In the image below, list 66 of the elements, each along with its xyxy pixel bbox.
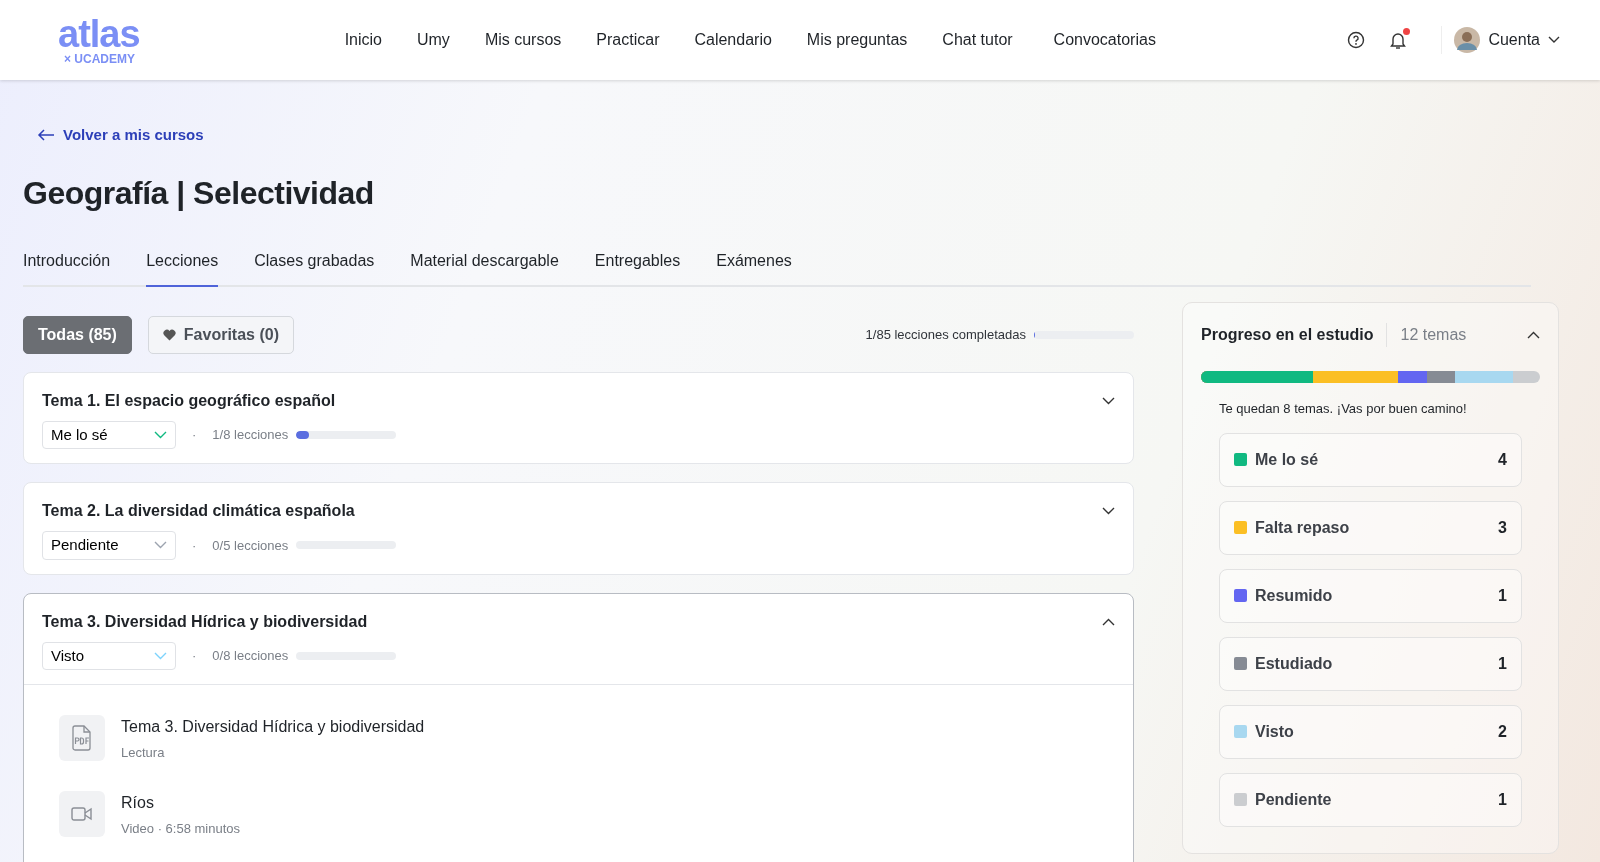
status-count: 1 — [1498, 789, 1507, 810]
lesson-item[interactable]: Ríos Video · 6:58 minutos — [59, 790, 1098, 839]
notification-bell-icon[interactable] — [1389, 30, 1408, 50]
back-link[interactable]: Volver a mis cursos — [37, 124, 204, 147]
video-camera-icon — [71, 805, 93, 822]
tab[interactable]: Clases grabadas — [254, 248, 375, 287]
topic-title: Tema 3. Diversidad Hídrica y biodiversidad — [42, 611, 368, 632]
collapse-icon[interactable] — [1527, 331, 1540, 339]
heart-icon — [162, 328, 176, 341]
pdf-file-icon — [71, 725, 93, 752]
filter-button[interactable]: Todas (85) — [23, 315, 132, 354]
nav-link[interactable]: Convocatorias — [1053, 28, 1156, 52]
separator-dot: · — [192, 647, 197, 666]
status-count: 4 — [1498, 449, 1507, 470]
tab[interactable]: Lecciones — [146, 248, 219, 287]
nav-link[interactable]: Calendario — [694, 28, 772, 52]
lesson-meta: Lectura — [121, 744, 166, 763]
lesson-title: Tema 3. Diversidad Hídrica y biodiversidad — [121, 717, 425, 738]
tab[interactable]: Entregables — [594, 248, 681, 287]
lesson-meta: Video · 6:58 minutos — [121, 819, 240, 838]
tab[interactable]: Introducción — [23, 248, 111, 287]
status-label: Falta repaso — [1255, 517, 1350, 538]
lesson-count: 1/8 lecciones — [212, 426, 289, 445]
expand-icon[interactable] — [1102, 396, 1115, 405]
lesson-item[interactable]: Tema 3. Diversidad Hídrica y biodiversidad Lectura — [59, 715, 1098, 763]
completion-text: 1/85 lecciones completadas — [865, 325, 1026, 344]
status-count: 1 — [1498, 585, 1507, 606]
account-menu[interactable]: Cuenta — [1441, 26, 1566, 54]
panel-title: Progreso en el estudio — [1201, 325, 1374, 345]
filter-button[interactable]: Favoritas (0) — [147, 315, 294, 354]
status-label: Estudiado — [1255, 653, 1333, 674]
status-count: 3 — [1498, 517, 1507, 538]
expand-icon[interactable] — [1102, 507, 1115, 516]
lesson-count: 0/5 lecciones — [212, 536, 289, 555]
expand-icon[interactable] — [1102, 617, 1115, 626]
separator-dot: · — [192, 426, 197, 445]
status-label: Visto — [1255, 721, 1294, 742]
status-dropdown[interactable]: Me lo sé — [42, 420, 176, 450]
lesson-count: 0/8 lecciones — [212, 647, 289, 666]
topic-title: Tema 2. La diversidad climática española — [42, 501, 355, 522]
separator-dot: · — [192, 536, 197, 555]
nav-link[interactable]: Umy — [417, 28, 450, 52]
nav-link[interactable]: Inicio — [344, 28, 382, 52]
status-dropdown[interactable]: Pendiente — [42, 531, 176, 560]
back-arrow-icon — [37, 129, 55, 142]
nav-link[interactable]: Mis preguntas — [806, 28, 908, 52]
caret-icon — [1548, 36, 1560, 44]
nav-link[interactable]: Practicar — [596, 28, 660, 52]
status-label: Resumido — [1255, 585, 1333, 606]
status-label: Pendiente — [1255, 789, 1332, 810]
nav-link[interactable]: Mis cursos — [484, 28, 562, 52]
status-count: 1 — [1498, 653, 1507, 674]
avatar — [1454, 27, 1481, 53]
status-dropdown[interactable]: Visto — [42, 641, 176, 671]
lesson-title: Ríos — [121, 792, 155, 813]
topic-count: 12 temas — [1386, 323, 1467, 347]
page-title: Geografía | Selectividad — [23, 174, 375, 213]
nav-link[interactable]: Chat tutor — [942, 28, 1013, 52]
status-count: 2 — [1498, 721, 1507, 742]
logo-subtitle: × UCADEMY — [64, 53, 136, 65]
status-label: Me lo sé — [1255, 449, 1319, 470]
topic-title: Tema 1. El espacio geográfico español — [42, 390, 336, 411]
progress-message: Te quedan 8 temas. ¡Vas por buen camino! — [1219, 400, 1468, 418]
tab[interactable]: Exámenes — [716, 248, 792, 287]
tab[interactable]: Material descargable — [410, 248, 559, 287]
help-icon[interactable] — [1347, 31, 1366, 49]
